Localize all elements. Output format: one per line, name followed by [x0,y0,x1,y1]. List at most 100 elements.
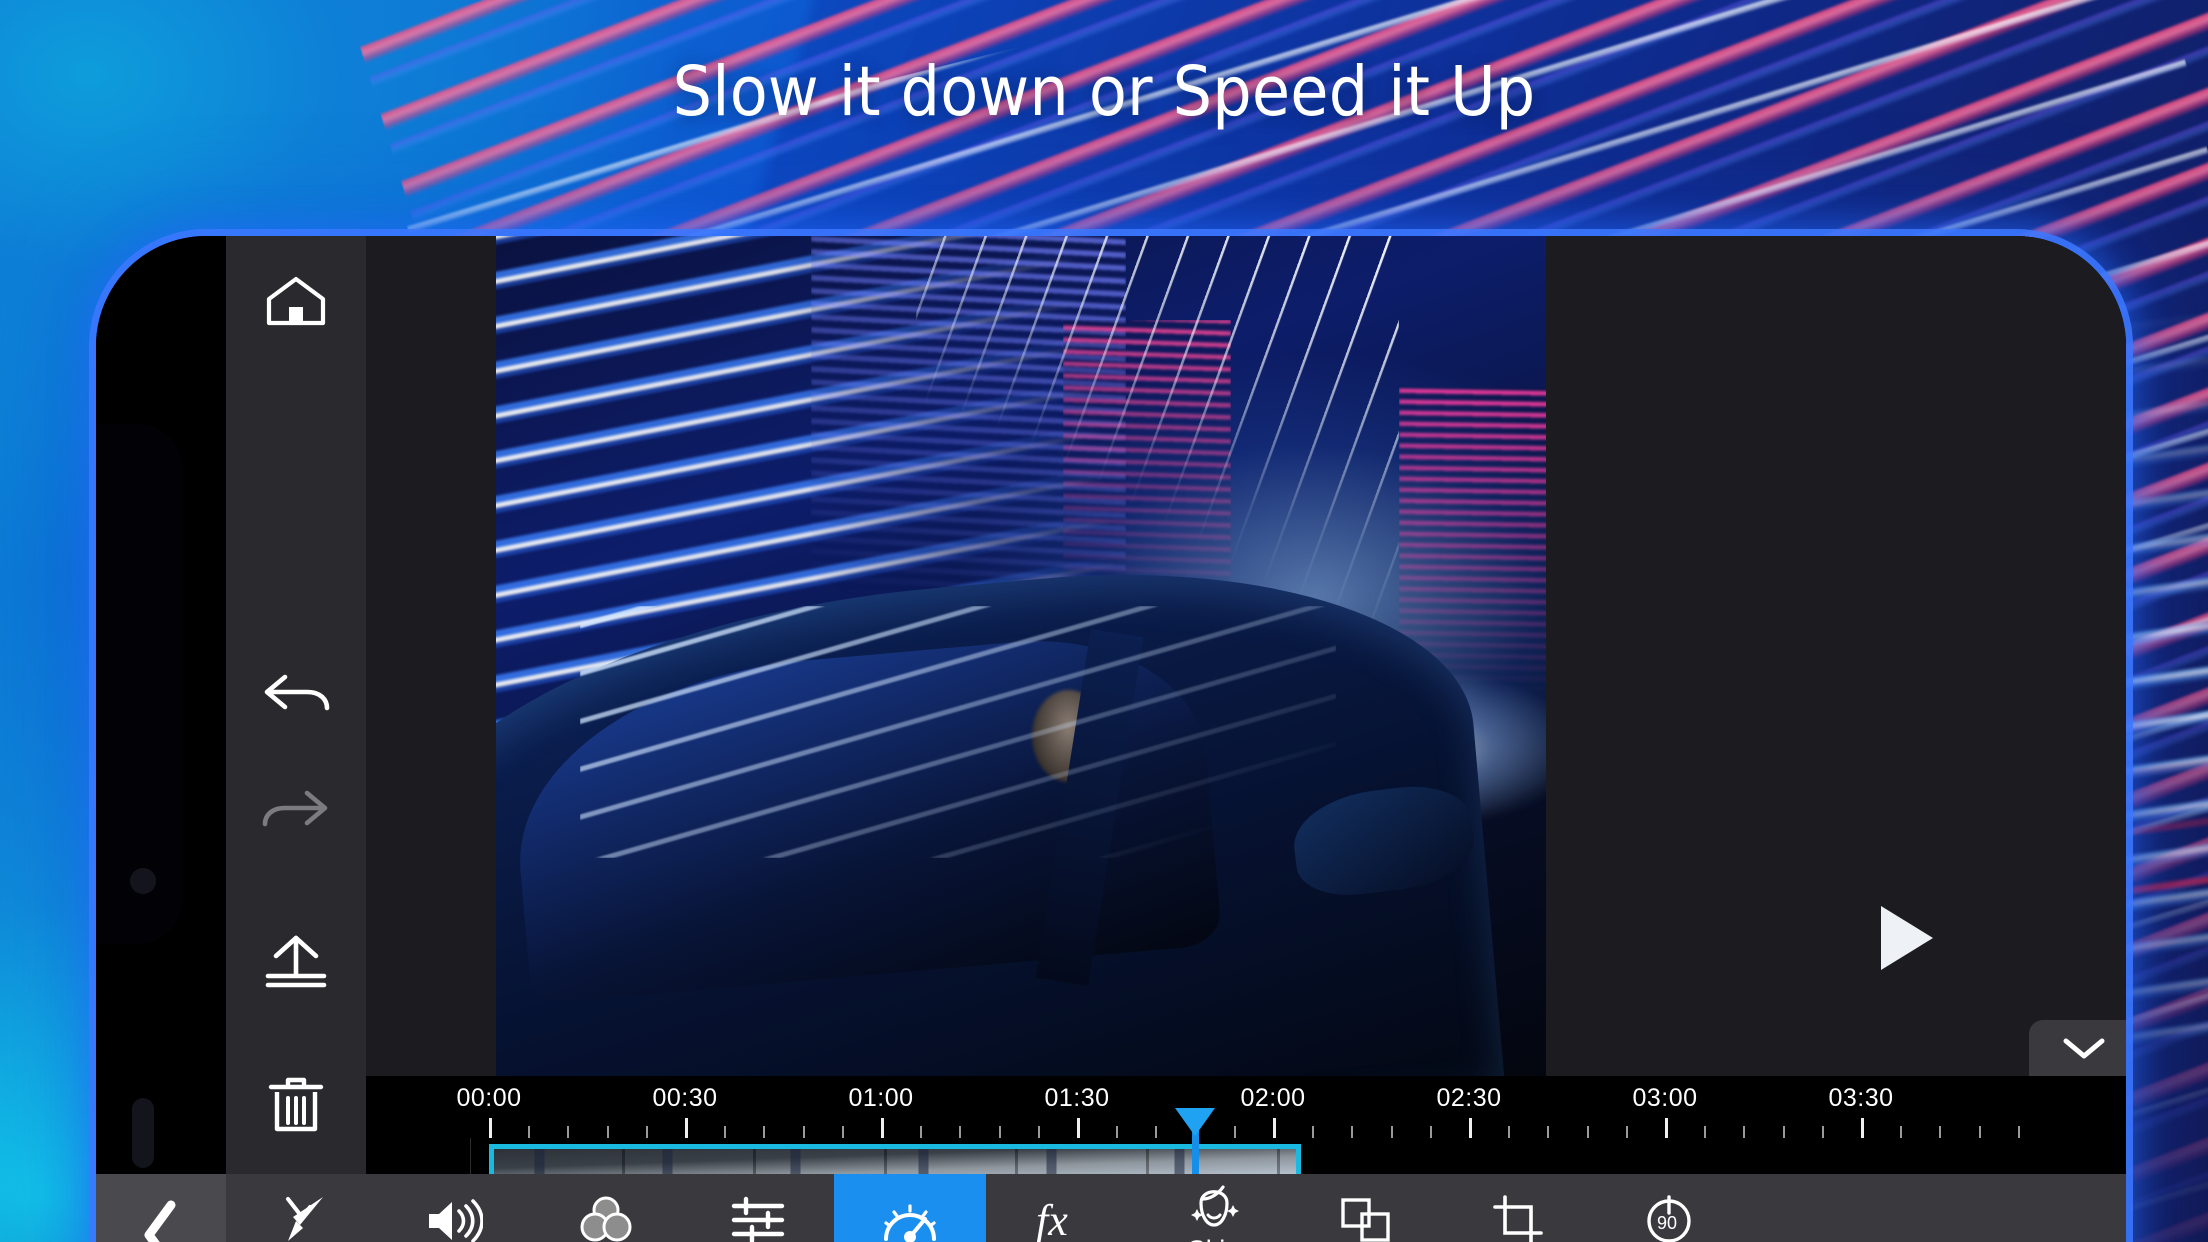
phone-camera-dot [130,868,156,894]
ruler-tick-minor [606,1126,609,1138]
chevron-down-icon [2063,1038,2105,1059]
ruler-tick-minor [841,1126,844,1138]
ruler-tick-minor [1743,1126,1746,1138]
ruler-tick-minor [1508,1126,1511,1138]
preview-scene-image [496,236,1546,1076]
tool-skin-smoothener[interactable]: Skin Smoothener [1138,1174,1290,1242]
fx-icon: fx [1034,1195,1090,1242]
phone-notch [96,424,182,944]
ruler-tick-minor [959,1126,962,1138]
home-button[interactable] [226,246,366,356]
tool-rotate[interactable]: 90 Rotate [1594,1174,1746,1242]
ruler-tick-minor [1782,1126,1785,1138]
ruler-label: 00:00 [456,1084,522,1112]
ruler-label: 02:00 [1240,1084,1306,1112]
ruler-tick-minor [802,1126,805,1138]
ruler-tick-minor [1037,1126,1040,1138]
svg-text:fx: fx [1036,1196,1068,1242]
undo-arrow-icon [264,674,330,711]
ruler-tick-minor [1351,1126,1354,1138]
split-icon [276,1195,328,1242]
ruler-tick-major [1861,1118,1864,1138]
chevron-left-icon [144,1200,176,1242]
ruler-tick-minor [1547,1126,1550,1138]
tool-adjustment[interactable]: Adjustment [682,1174,834,1242]
ruler-label: 03:00 [1632,1084,1698,1112]
ruler-label: 01:00 [848,1084,914,1112]
ruler-tick-minor [920,1126,923,1138]
ruler-tick-minor [1233,1126,1236,1138]
play-icon [1881,906,1933,970]
video-preview-panel [366,236,2126,1076]
phone-speaker-slot [132,1098,154,1168]
ruler-tick-minor [1900,1126,1903,1138]
tool-crop[interactable]: Crop [1442,1174,1594,1242]
tool-list: Split Volume [226,1174,2126,1242]
volume-icon [425,1195,483,1242]
ruler-tick-major [685,1118,688,1138]
timeline-ruler[interactable]: 00:00 00:30 01:00 01:30 02:00 02:30 03:00 03:30 [366,1076,2126,1138]
ruler-label: 00:30 [652,1084,718,1112]
tool-volume[interactable]: Volume [378,1174,530,1242]
tool-effect[interactable]: fx Effect [986,1174,1138,1242]
ruler-tick-minor [2017,1126,2020,1138]
ruler-tick-major [1273,1118,1276,1138]
bottom-toolbar: Split Volume [96,1174,2126,1242]
redo-arrow-icon [262,790,328,827]
ruler-tick-major [881,1118,884,1138]
export-button[interactable] [226,906,366,1016]
play-button[interactable] [1864,896,1948,980]
ruler-tick-minor [1155,1126,1158,1138]
crop-icon [1491,1195,1545,1242]
ruler-tick-minor [763,1126,766,1138]
tool-filter[interactable]: Filter [530,1174,682,1242]
ruler-tick-major [1665,1118,1668,1138]
ruler-tick-minor [1312,1126,1315,1138]
filter-circles-icon [578,1195,634,1242]
preview-letterbox-left [366,236,496,1076]
ruler-tick-minor [1390,1126,1393,1138]
ruler-tick-major [1469,1118,1472,1138]
ruler-tick-minor [1821,1126,1824,1138]
tool-split[interactable]: Split [226,1174,378,1242]
ruler-tick-minor [567,1126,570,1138]
tool-speed[interactable]: Speed [834,1174,986,1242]
ruler-label: 02:30 [1436,1084,1502,1112]
collapse-preview-button[interactable] [2029,1020,2126,1076]
export-upload-icon [265,935,327,988]
back-button[interactable] [96,1174,226,1242]
ruler-tick-minor [998,1126,1001,1138]
preview-letterbox-right [1546,236,2126,1076]
svg-text:90: 90 [1657,1213,1677,1233]
ruler-tick-minor [724,1126,727,1138]
ruler-label: 03:30 [1828,1084,1894,1112]
trash-icon [268,1077,324,1132]
left-toolbar [226,236,366,1242]
ruler-tick-minor [1116,1126,1119,1138]
playhead-marker [1175,1108,1215,1136]
undo-button[interactable] [226,640,366,750]
tool-pan-zoom[interactable]: Pan & Zoom [1290,1174,1442,1242]
ruler-tick-minor [1429,1126,1432,1138]
tool-label: Skin Smoothener [1140,1237,1287,1242]
ruler-tick-minor [1978,1126,1981,1138]
ruler-tick-minor [645,1126,648,1138]
home-icon [266,276,326,326]
delete-button[interactable] [226,1050,366,1160]
redo-button[interactable] [226,756,366,866]
rotate-90-icon: 90 [1643,1195,1697,1242]
ruler-tick-minor [1625,1126,1628,1138]
face-sparkle-icon [1187,1181,1241,1231]
ruler-tick-major [489,1118,492,1138]
ruler-tick-minor [1939,1126,1942,1138]
pan-zoom-icon [1338,1195,1394,1242]
video-preview-frame[interactable] [496,236,1546,1076]
ruler-label: 01:30 [1044,1084,1110,1112]
speedometer-icon [881,1195,939,1242]
ruler-tick-minor [528,1126,531,1138]
page-title: Slow it down or Speed it Up [672,52,1536,132]
sliders-icon [730,1195,786,1242]
phone-screen: 00:00 00:30 01:00 01:30 02:00 02:30 03:00 03:30 [96,236,2126,1242]
ruler-tick-minor [1586,1126,1589,1138]
ruler-tick-minor [1704,1126,1707,1138]
